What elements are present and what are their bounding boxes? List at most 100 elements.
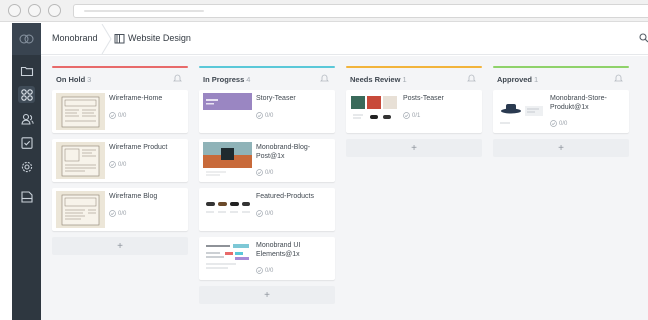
check-circle-icon: [109, 161, 116, 168]
archive-icon: [20, 190, 33, 203]
check-circle-icon: [403, 112, 410, 119]
card-checklist: 0/0: [109, 210, 126, 217]
top-header: Monobrand Website Design: [41, 23, 648, 55]
card-title: Wireframe Blog: [109, 193, 158, 200]
bell-icon[interactable]: [320, 74, 329, 83]
sidebar-item-checklist[interactable]: [18, 134, 35, 151]
card-title: Story-Teaser: [256, 95, 296, 102]
add-card-button[interactable]: +: [493, 139, 629, 157]
add-card-button[interactable]: +: [199, 286, 335, 304]
task-card[interactable]: Monobrand-Blog-Post@1x 0/0: [199, 139, 335, 182]
column-title: On Hold 3: [56, 75, 92, 84]
card-thumbnail: [203, 93, 252, 130]
sidebar-item-settings[interactable]: [18, 158, 35, 175]
search-icon[interactable]: [639, 33, 648, 43]
add-card-button[interactable]: +: [52, 237, 188, 255]
sidebar-item-board[interactable]: [18, 86, 35, 103]
check-circle-icon: [256, 210, 263, 217]
card-checklist: 0/0: [109, 112, 126, 119]
breadcrumb-project[interactable]: Website Design: [128, 33, 191, 43]
card-title: Wireframe Product: [109, 144, 168, 151]
project-icon: [114, 34, 125, 44]
column-needs-review: Needs Review 1 Posts-Teaser 0/1 +: [346, 66, 482, 157]
card-thumbnail: [203, 142, 252, 179]
card-checklist-count: 0/0: [265, 210, 274, 217]
card-checklist: 0/0: [256, 210, 273, 217]
bell-icon[interactable]: [173, 74, 182, 83]
card-checklist-count: 0/0: [265, 112, 274, 119]
card-checklist-count: 0/0: [265, 169, 274, 176]
column-approved: Approved 1 Monobrand-Store-Produkt@1x 0/0…: [493, 66, 629, 157]
column-count: 3: [87, 75, 92, 84]
card-thumbnail: [350, 93, 399, 130]
check-circle-icon: [109, 112, 116, 119]
column-title: Needs Review 1: [350, 75, 407, 84]
column-header: Approved 1: [493, 68, 629, 90]
task-card[interactable]: Monobrand-Store-Produkt@1x 0/0: [493, 90, 629, 133]
card-checklist-count: 0/0: [118, 112, 127, 119]
bell-icon[interactable]: [467, 74, 476, 83]
window-close-dot[interactable]: [8, 4, 21, 17]
sidebar-item-archive[interactable]: [18, 188, 35, 205]
card-checklist-count: 0/0: [265, 267, 274, 274]
card-title: Featured-Products: [256, 193, 314, 200]
card-title: Posts-Teaser: [403, 95, 444, 102]
card-checklist-count: 0/0: [118, 161, 127, 168]
column-header: On Hold 3: [52, 68, 188, 90]
task-card[interactable]: Featured-Products 0/0: [199, 188, 335, 231]
sidebar-item-users[interactable]: [18, 110, 35, 127]
sidebar: [12, 23, 41, 320]
card-checklist-count: 0/0: [559, 120, 568, 127]
checklist-icon: [20, 136, 33, 149]
task-card[interactable]: Wireframe-Home 0/0: [52, 90, 188, 133]
task-card[interactable]: Posts-Teaser 0/1: [346, 90, 482, 133]
card-thumbnail: [56, 191, 105, 228]
card-title: Monobrand-Blog-Post@1x: [256, 144, 311, 160]
card-thumbnail: [497, 93, 546, 130]
chevron-right-icon: [101, 23, 112, 55]
column-header: In Progress 4: [199, 68, 335, 90]
column-title: Approved 1: [497, 75, 539, 84]
check-circle-icon: [256, 112, 263, 119]
card-checklist: 0/1: [403, 112, 420, 119]
column-on-hold: On Hold 3 Wireframe-Home 0/0 Wireframe Pr…: [52, 66, 188, 255]
check-circle-icon: [256, 267, 263, 274]
address-bar[interactable]: [73, 4, 648, 18]
card-checklist: 0/0: [550, 120, 567, 127]
breadcrumb-workspace[interactable]: Monobrand: [52, 33, 98, 43]
column-count: 1: [402, 75, 407, 84]
brand-logo[interactable]: [12, 23, 41, 55]
column-count: 1: [534, 75, 539, 84]
users-icon: [20, 113, 34, 125]
column-title: In Progress 4: [203, 75, 251, 84]
card-title: Wireframe-Home: [109, 95, 163, 102]
window-minimize-dot[interactable]: [28, 4, 41, 17]
check-circle-icon: [109, 210, 116, 217]
column-count: 4: [246, 75, 251, 84]
card-checklist-count: 0/1: [412, 112, 421, 119]
card-thumbnail: [56, 142, 105, 179]
kanban-board: On Hold 3 Wireframe-Home 0/0 Wireframe Pr…: [41, 56, 648, 320]
card-thumbnail: [56, 93, 105, 130]
column-in-progress: In Progress 4 Story-Teaser 0/0 Monobrand-…: [199, 66, 335, 304]
card-checklist: 0/0: [109, 161, 126, 168]
card-title: Monobrand-Store-Produkt@1x: [550, 95, 607, 111]
task-card[interactable]: Monobrand UI Elements@1x 0/0: [199, 237, 335, 280]
task-card[interactable]: Story-Teaser 0/0: [199, 90, 335, 133]
card-title: Monobrand UI Elements@1x: [256, 242, 301, 258]
task-card[interactable]: Wireframe Product 0/0: [52, 139, 188, 182]
bell-icon[interactable]: [614, 74, 623, 83]
column-header: Needs Review 1: [346, 68, 482, 90]
card-thumbnail: [203, 191, 252, 228]
folder-icon: [20, 66, 33, 76]
card-checklist: 0/0: [256, 169, 273, 176]
card-checklist: 0/0: [256, 267, 273, 274]
board-icon: [20, 88, 33, 101]
task-card[interactable]: Wireframe Blog 0/0: [52, 188, 188, 231]
check-circle-icon: [550, 120, 557, 127]
window-maximize-dot[interactable]: [48, 4, 61, 17]
add-card-button[interactable]: +: [346, 139, 482, 157]
sidebar-item-folder[interactable]: [18, 62, 35, 79]
settings-icon: [21, 161, 32, 172]
card-checklist-count: 0/0: [118, 210, 127, 217]
